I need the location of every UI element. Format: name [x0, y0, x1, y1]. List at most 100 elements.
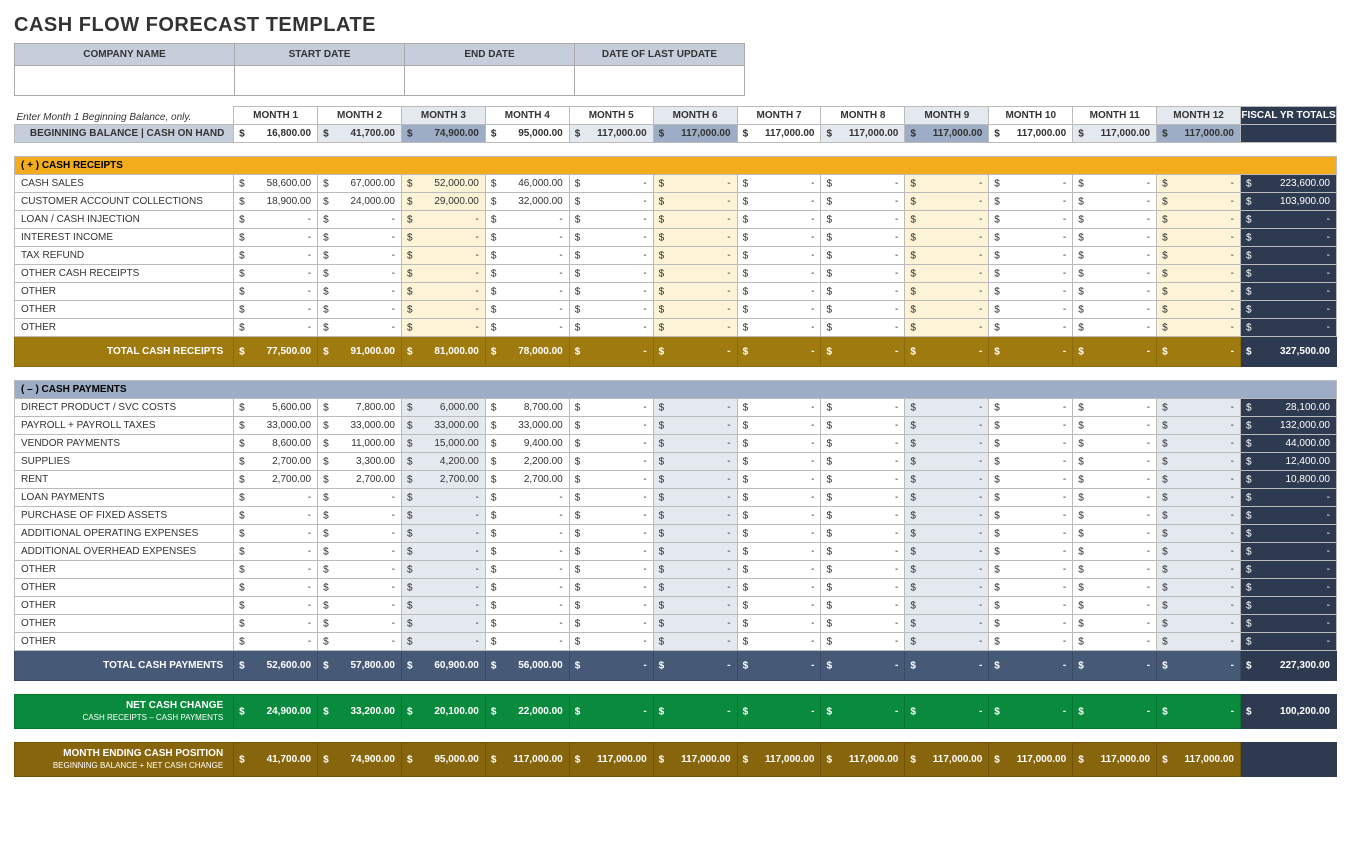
value-cell[interactable]: $- [989, 489, 1073, 507]
value-cell[interactable]: $- [653, 435, 737, 453]
meta-value-cell[interactable] [235, 66, 405, 96]
value-cell[interactable]: $32,000.00 [485, 193, 569, 211]
value-cell[interactable]: $- [569, 229, 653, 247]
value-cell[interactable]: $- [1073, 283, 1157, 301]
value-cell[interactable]: $- [234, 615, 318, 633]
value-cell[interactable]: $- [905, 471, 989, 489]
value-cell[interactable]: $- [821, 301, 905, 319]
value-cell[interactable]: $- [234, 247, 318, 265]
value-cell[interactable]: $- [569, 265, 653, 283]
value-cell[interactable]: $- [653, 579, 737, 597]
value-cell[interactable]: $- [1157, 525, 1241, 543]
value-cell[interactable]: $- [1073, 193, 1157, 211]
value-cell[interactable]: $- [905, 193, 989, 211]
value-cell[interactable]: $- [234, 283, 318, 301]
value-cell[interactable]: $- [1157, 579, 1241, 597]
value-cell[interactable]: $- [821, 633, 905, 651]
value-cell[interactable]: $- [401, 319, 485, 337]
value-cell[interactable]: $15,000.00 [401, 435, 485, 453]
value-cell[interactable]: $6,000.00 [401, 399, 485, 417]
value-cell[interactable]: $- [737, 193, 821, 211]
value-cell[interactable]: $- [1157, 633, 1241, 651]
value-cell[interactable]: $- [737, 597, 821, 615]
value-cell[interactable]: $4,200.00 [401, 453, 485, 471]
value-cell[interactable]: $- [1073, 175, 1157, 193]
value-cell[interactable]: $- [821, 175, 905, 193]
value-cell[interactable]: $- [653, 453, 737, 471]
value-cell[interactable]: $- [569, 489, 653, 507]
value-cell[interactable]: $- [569, 633, 653, 651]
value-cell[interactable]: $- [569, 579, 653, 597]
value-cell[interactable]: $- [905, 265, 989, 283]
value-cell[interactable]: $- [401, 525, 485, 543]
value-cell[interactable]: $- [737, 615, 821, 633]
value-cell[interactable]: $- [905, 435, 989, 453]
value-cell[interactable]: $- [653, 399, 737, 417]
value-cell[interactable]: $- [569, 247, 653, 265]
value-cell[interactable]: $- [1073, 211, 1157, 229]
value-cell[interactable]: $- [569, 561, 653, 579]
value-cell[interactable]: $- [401, 543, 485, 561]
value-cell[interactable]: $- [1157, 175, 1241, 193]
value-cell[interactable]: $- [485, 229, 569, 247]
value-cell[interactable]: $- [569, 597, 653, 615]
value-cell[interactable]: $- [401, 283, 485, 301]
value-cell[interactable]: $- [234, 543, 318, 561]
value-cell[interactable]: $- [821, 229, 905, 247]
value-cell[interactable]: $- [653, 175, 737, 193]
value-cell[interactable]: $- [653, 525, 737, 543]
value-cell[interactable]: $33,000.00 [401, 417, 485, 435]
value-cell[interactable]: $- [485, 561, 569, 579]
value-cell[interactable]: $- [485, 633, 569, 651]
value-cell[interactable]: $- [737, 579, 821, 597]
value-cell[interactable]: $- [653, 633, 737, 651]
value-cell[interactable]: $- [737, 561, 821, 579]
value-cell[interactable]: $- [821, 435, 905, 453]
value-cell[interactable]: $- [401, 507, 485, 525]
value-cell[interactable]: $- [653, 265, 737, 283]
value-cell[interactable]: $- [905, 211, 989, 229]
value-cell[interactable]: $- [989, 597, 1073, 615]
value-cell[interactable]: $- [1157, 435, 1241, 453]
value-cell[interactable]: $- [401, 229, 485, 247]
value-cell[interactable]: $- [318, 489, 402, 507]
value-cell[interactable]: $- [569, 543, 653, 561]
value-cell[interactable]: $- [905, 417, 989, 435]
value-cell[interactable]: $- [234, 507, 318, 525]
value-cell[interactable]: $2,700.00 [485, 471, 569, 489]
value-cell[interactable]: $- [1157, 399, 1241, 417]
value-cell[interactable]: $- [1073, 525, 1157, 543]
value-cell[interactable]: $- [318, 507, 402, 525]
value-cell[interactable]: $- [905, 453, 989, 471]
value-cell[interactable]: $- [989, 453, 1073, 471]
value-cell[interactable]: $- [234, 489, 318, 507]
value-cell[interactable]: $- [401, 489, 485, 507]
value-cell[interactable]: $- [485, 507, 569, 525]
value-cell[interactable]: $- [905, 633, 989, 651]
value-cell[interactable]: $2,700.00 [401, 471, 485, 489]
value-cell[interactable]: $- [737, 265, 821, 283]
value-cell[interactable]: $- [905, 489, 989, 507]
value-cell[interactable]: $- [1073, 543, 1157, 561]
value-cell[interactable]: $- [234, 633, 318, 651]
value-cell[interactable]: $- [1157, 193, 1241, 211]
value-cell[interactable]: $- [318, 211, 402, 229]
value-cell[interactable]: $- [318, 615, 402, 633]
value-cell[interactable]: $- [485, 525, 569, 543]
value-cell[interactable]: $2,700.00 [234, 471, 318, 489]
value-cell[interactable]: $- [905, 525, 989, 543]
value-cell[interactable]: $- [989, 319, 1073, 337]
value-cell[interactable]: $- [821, 265, 905, 283]
value-cell[interactable]: $- [821, 525, 905, 543]
value-cell[interactable]: $- [569, 193, 653, 211]
value-cell[interactable]: $- [569, 301, 653, 319]
value-cell[interactable]: $- [989, 561, 1073, 579]
value-cell[interactable]: $29,000.00 [401, 193, 485, 211]
value-cell[interactable]: $- [989, 525, 1073, 543]
value-cell[interactable]: $- [569, 399, 653, 417]
value-cell[interactable]: $33,000.00 [318, 417, 402, 435]
value-cell[interactable]: $- [401, 633, 485, 651]
value-cell[interactable]: $9,400.00 [485, 435, 569, 453]
value-cell[interactable]: $- [737, 507, 821, 525]
value-cell[interactable]: $- [318, 319, 402, 337]
